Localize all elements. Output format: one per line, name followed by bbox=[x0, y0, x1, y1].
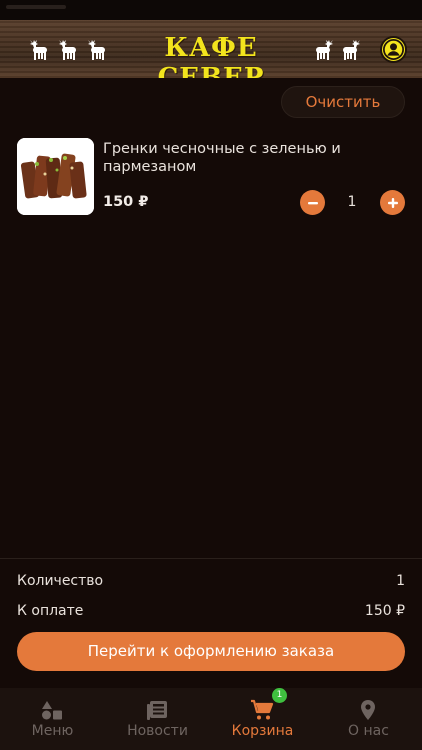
minus-icon bbox=[307, 201, 318, 204]
divider bbox=[0, 558, 422, 559]
tab-label: О нас bbox=[348, 723, 389, 739]
profile-button[interactable] bbox=[380, 36, 407, 63]
product-price: 150 ₽ bbox=[103, 194, 149, 210]
location-pin-icon bbox=[361, 700, 375, 720]
total-label: К оплате bbox=[17, 603, 84, 619]
user-circle-icon bbox=[383, 39, 404, 60]
shapes-icon bbox=[42, 701, 62, 720]
app-header: КАФЕ СЕВЕР bbox=[0, 20, 422, 78]
tab-menu[interactable]: Меню bbox=[0, 688, 105, 750]
status-bar-text bbox=[6, 5, 66, 9]
quantity-label: Количество bbox=[17, 573, 104, 589]
tab-about[interactable]: О нас bbox=[316, 688, 421, 750]
decrease-quantity-button[interactable] bbox=[300, 190, 325, 215]
checkout-button[interactable]: Перейти к оформлению заказа bbox=[17, 632, 405, 671]
bottom-tab-bar: Меню Новости Корзина 1 О нас bbox=[0, 688, 422, 750]
increase-quantity-button[interactable] bbox=[380, 190, 405, 215]
quantity-total: 1 bbox=[396, 573, 405, 589]
reindeer-icon bbox=[56, 36, 82, 62]
quantity-value: 1 bbox=[347, 194, 357, 210]
cafe-logo-title: КАФЕ СЕВЕР bbox=[157, 33, 265, 78]
tab-label: Новости bbox=[127, 723, 188, 739]
clear-cart-button[interactable]: Очистить bbox=[281, 86, 405, 118]
product-name: Гренки чесночные с зеленью и пармезаном bbox=[103, 141, 341, 175]
tab-label: Корзина bbox=[231, 723, 294, 739]
summary-quantity-row: Количество 1 bbox=[17, 573, 405, 589]
reindeer-icon bbox=[85, 36, 111, 62]
reindeer-icon bbox=[337, 36, 363, 62]
newspaper-icon bbox=[147, 701, 167, 720]
tab-label: Меню bbox=[31, 723, 74, 739]
reindeer-icon bbox=[27, 36, 53, 62]
cart-item: Гренки чесночные с зеленью и пармезаном … bbox=[17, 138, 407, 218]
total-amount: 150 ₽ bbox=[364, 603, 405, 619]
cart-count-badge: 1 bbox=[272, 688, 287, 703]
tab-cart[interactable]: Корзина bbox=[210, 688, 315, 750]
reindeer-icon bbox=[310, 36, 336, 62]
cart-icon bbox=[251, 699, 274, 720]
tab-news[interactable]: Новости bbox=[105, 688, 210, 750]
plus-icon bbox=[387, 197, 398, 208]
product-image[interactable] bbox=[17, 138, 94, 215]
summary-total-row: К оплате 150 ₽ bbox=[17, 603, 405, 619]
status-bar bbox=[0, 0, 422, 20]
